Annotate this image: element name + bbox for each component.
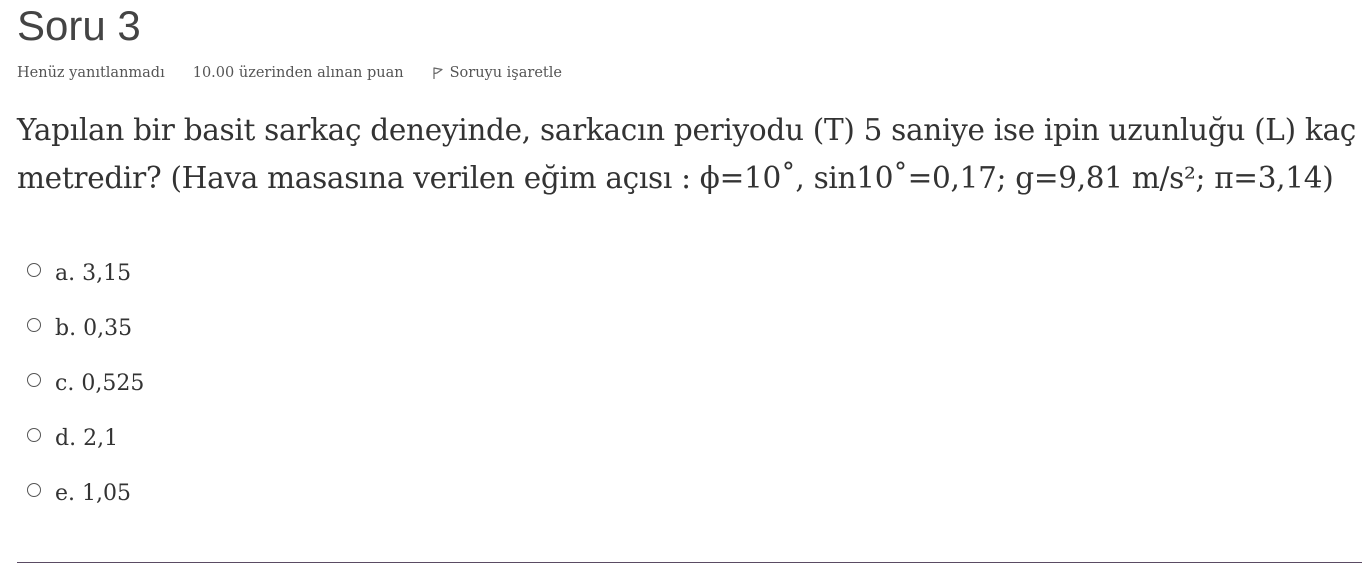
answer-option-text: e. 1,05 [55, 481, 131, 506]
answer-letter: b. [55, 316, 77, 341]
answer-letter: e. [55, 481, 76, 506]
answer-option-e[interactable]: e. 1,05 [27, 466, 144, 521]
question-divider [17, 562, 1362, 563]
answer-option-text: b. 0,35 [55, 316, 132, 341]
answer-option-text: c. 0,525 [55, 371, 144, 396]
answer-value: 3,15 [82, 261, 132, 286]
answer-value: 2,1 [83, 426, 119, 451]
answer-option-c[interactable]: c. 0,525 [27, 356, 144, 411]
answer-value: 0,35 [83, 316, 133, 341]
answer-value: 0,525 [81, 371, 145, 396]
answer-option-text: d. 2,1 [55, 426, 118, 451]
question-text: Yapılan bir basit sarkaç deneyinde, sark… [17, 106, 1356, 202]
answer-letter: d. [55, 426, 77, 451]
flag-question-label: Soruyu işaretle [449, 65, 562, 81]
radio-button[interactable] [27, 482, 41, 497]
radio-button[interactable] [27, 262, 41, 277]
answer-letter: a. [55, 261, 76, 286]
question-text-line-2: metredir? (Hava masasına verilen eğim aç… [17, 161, 1334, 195]
question-text-line-1: Yapılan bir basit sarkaç deneyinde, sark… [17, 113, 1356, 147]
question-title: Soru 3 [17, 2, 141, 49]
radio-button[interactable] [27, 317, 41, 332]
answer-options: a. 3,15 b. 0,35 c. 0,525 d. 2,1 e. 1,05 [27, 246, 144, 521]
question-grade: 10.00 üzerinden alınan puan [192, 65, 404, 81]
flag-icon [432, 67, 443, 79]
radio-button[interactable] [27, 427, 41, 442]
radio-button[interactable] [27, 372, 41, 387]
answer-option-b[interactable]: b. 0,35 [27, 301, 144, 356]
answer-option-a[interactable]: a. 3,15 [27, 246, 144, 301]
flag-question-link[interactable]: Soruyu işaretle [432, 65, 562, 81]
question-info: Henüz yanıtlanmadı 10.00 üzerinden alına… [17, 63, 562, 83]
answer-letter: c. [55, 371, 75, 396]
answer-option-d[interactable]: d. 2,1 [27, 411, 144, 466]
answer-option-text: a. 3,15 [55, 261, 131, 286]
answer-value: 1,05 [82, 481, 131, 506]
question-state: Henüz yanıtlanmadı [17, 65, 165, 81]
quiz-question-page: Soru 3 Henüz yanıtlanmadı 10.00 üzerinde… [0, 0, 1362, 568]
